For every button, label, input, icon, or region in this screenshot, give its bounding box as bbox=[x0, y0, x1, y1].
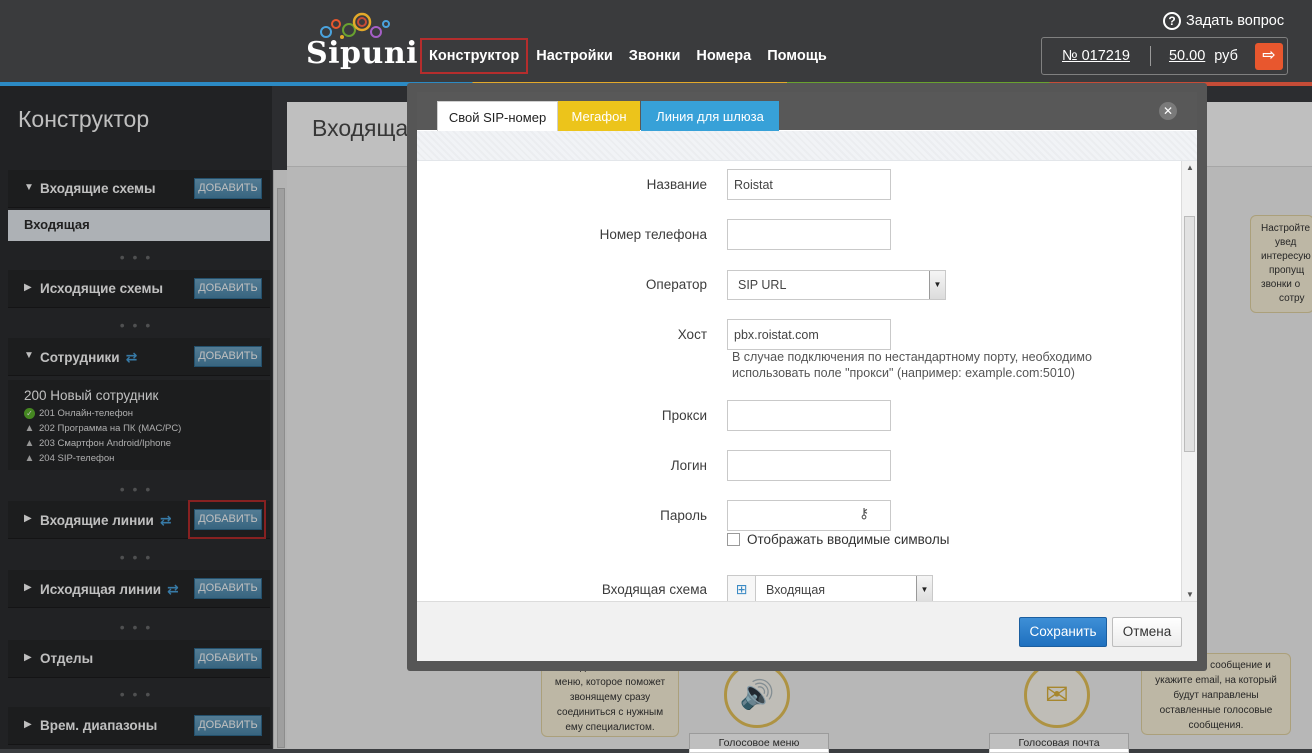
password-label: Пароль bbox=[660, 508, 707, 523]
host-hint-line: В случае подключения по нестандартному п… bbox=[732, 350, 1092, 364]
ask-question-link[interactable]: ? Задать вопрос bbox=[1163, 12, 1284, 30]
nav-konstruktor[interactable]: Конструктор bbox=[420, 38, 529, 74]
account-number-link[interactable]: № 017219 bbox=[1062, 48, 1130, 64]
add-line-dialog: Свой SIP-номер Мегафон Линия для шлюза ✕… bbox=[417, 92, 1197, 661]
tab-gateway-line[interactable]: Линия для шлюза bbox=[641, 101, 779, 132]
login-field[interactable] bbox=[727, 450, 891, 481]
account-box: № 017219 50.00 руб ⇨ bbox=[1041, 37, 1288, 75]
dialog-strip bbox=[417, 131, 1197, 161]
close-icon[interactable]: ✕ bbox=[1159, 102, 1177, 120]
incoming-scheme-select[interactable]: ⊞ Входящая ▼ bbox=[727, 575, 933, 601]
nav-settings[interactable]: Настройки bbox=[528, 38, 621, 74]
scheme-label: Входящая схема bbox=[601, 582, 707, 597]
show-chars-row[interactable]: Отображать вводимые символы bbox=[727, 532, 949, 547]
balance-link[interactable]: 50.00 bbox=[1169, 48, 1205, 64]
scroll-up-icon[interactable]: ▲ bbox=[1182, 163, 1198, 172]
chevron-down-icon[interactable]: ▼ bbox=[916, 576, 932, 601]
host-field[interactable] bbox=[727, 319, 891, 350]
hierarchy-icon: ⊞ bbox=[728, 576, 756, 601]
tab-megafon[interactable]: Мегафон bbox=[558, 101, 640, 132]
show-chars-checkbox[interactable] bbox=[727, 533, 740, 546]
nav-numbers[interactable]: Номера bbox=[688, 38, 759, 74]
nav-calls[interactable]: Звонки bbox=[621, 38, 689, 74]
cancel-button[interactable]: Отмена bbox=[1112, 617, 1182, 647]
tab-own-sip[interactable]: Свой SIP-номер bbox=[437, 101, 558, 132]
currency-label: руб bbox=[1214, 48, 1238, 64]
proxy-field[interactable] bbox=[727, 400, 891, 431]
login-label: Логин bbox=[670, 458, 707, 473]
dialog-form: Название Номер телефона Оператор SIP URL… bbox=[417, 161, 1181, 601]
sipuni-logo[interactable]: Sipuni bbox=[306, 10, 418, 72]
proxy-label: Прокси bbox=[661, 408, 707, 423]
dialog-scrollbar[interactable]: ▲ ▼ bbox=[1181, 161, 1197, 601]
show-chars-label: Отображать вводимые символы bbox=[747, 532, 950, 547]
dialog-tabs: Свой SIP-номер Мегафон Линия для шлюза ✕ bbox=[417, 92, 1197, 132]
logout-icon[interactable]: ⇨ bbox=[1255, 43, 1283, 70]
host-hint: В случае подключения по нестандартному п… bbox=[732, 349, 1132, 381]
key-icon[interactable]: ⚷ bbox=[859, 505, 869, 522]
main-nav: Конструктор Настройки Звонки Номера Помо… bbox=[420, 38, 835, 74]
host-hint-line: использовать поле "прокси" (например: ex… bbox=[732, 366, 1075, 380]
dialog-scroll-thumb[interactable] bbox=[1184, 216, 1195, 452]
operator-value: SIP URL bbox=[738, 278, 787, 292]
scheme-value: Входящая bbox=[766, 583, 826, 597]
account-divider bbox=[1149, 46, 1151, 66]
nav-help[interactable]: Помощь bbox=[759, 38, 835, 74]
phone-label: Номер телефона bbox=[599, 227, 707, 242]
name-field[interactable] bbox=[727, 169, 891, 200]
dialog-footer: Сохранить Отмена bbox=[417, 601, 1197, 661]
scroll-down-icon[interactable]: ▼ bbox=[1182, 590, 1198, 599]
name-label: Название bbox=[646, 177, 707, 192]
save-button[interactable]: Сохранить bbox=[1019, 617, 1107, 647]
question-circle-icon: ? bbox=[1163, 12, 1181, 30]
logo-text: Sipuni bbox=[306, 36, 419, 71]
operator-select[interactable]: SIP URL ▼ bbox=[727, 270, 946, 300]
host-label: Хост bbox=[677, 327, 707, 342]
chevron-down-icon[interactable]: ▼ bbox=[929, 271, 945, 299]
ask-question-label: Задать вопрос bbox=[1186, 13, 1285, 29]
phone-field[interactable] bbox=[727, 219, 891, 250]
top-header: Sipuni Конструктор Настройки Звонки Номе… bbox=[0, 0, 1312, 82]
operator-label: Оператор bbox=[645, 277, 707, 292]
